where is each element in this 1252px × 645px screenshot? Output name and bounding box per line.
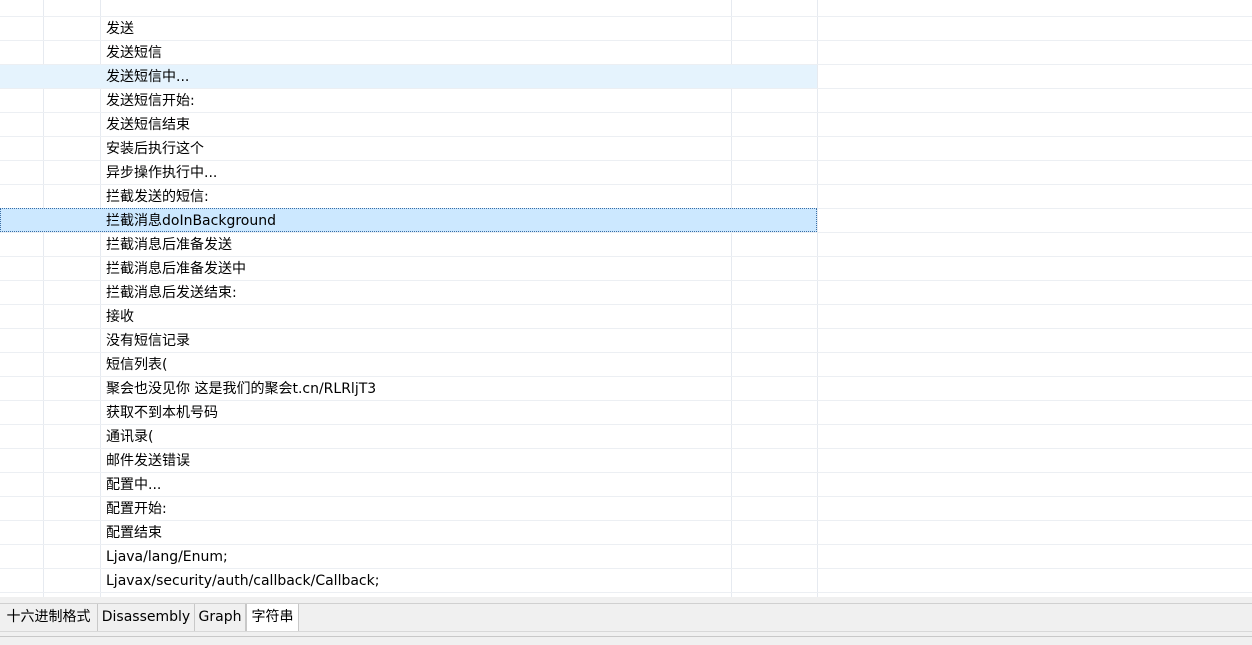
table-row[interactable]: Ljavax/security/auth/callback/Callback; bbox=[0, 569, 1252, 593]
table-row[interactable]: 接收 bbox=[0, 305, 1252, 329]
string-value: 通讯录( bbox=[106, 429, 154, 445]
table-row[interactable]: 聚会也没见你 这是我们的聚会t.cn/RLRljT3 bbox=[0, 377, 1252, 401]
table-row[interactable]: 配置开始: bbox=[0, 497, 1252, 521]
strings-table: 发送发送短信发送短信中... 发送短信开始: 发送短信结束 安装后执行这个 异步操作执行… bbox=[0, 0, 1252, 597]
string-value: 发送短信 bbox=[106, 45, 162, 61]
table-row[interactable]: 短信列表( bbox=[0, 353, 1252, 377]
table-row[interactable]: 发送短信 bbox=[0, 41, 1252, 65]
string-value: 短信列表( bbox=[106, 357, 168, 373]
string-value: 配置开始: bbox=[106, 501, 167, 517]
tab-strings[interactable]: 字符串 bbox=[246, 604, 299, 632]
string-value: 聚会也没见你 这是我们的聚会t.cn/RLRljT3 bbox=[106, 381, 377, 397]
tab-hex-view[interactable]: 十六进制格式 bbox=[0, 604, 98, 632]
string-value: 发送短信开始: bbox=[106, 93, 195, 109]
table-row[interactable]: 邮件发送错误 bbox=[0, 449, 1252, 473]
string-value: 拦截发送的短信: bbox=[106, 189, 209, 205]
string-value: 异步操作执行中... bbox=[106, 165, 218, 181]
string-value: Ljava/lang/Enum; bbox=[106, 549, 228, 565]
table-row[interactable]: 安装后执行这个 bbox=[0, 137, 1252, 161]
string-value: 拦截消息后准备发送 bbox=[106, 237, 232, 253]
string-value: 安装后执行这个 bbox=[106, 141, 204, 157]
status-bar bbox=[0, 631, 1252, 645]
table-row[interactable]: 拦截发送的短信: bbox=[0, 185, 1252, 209]
string-value: 发送短信结束 bbox=[106, 117, 190, 133]
table-row[interactable]: Ljava/lang/Enum; bbox=[0, 545, 1252, 569]
table-row[interactable]: 发送短信中... bbox=[0, 65, 1252, 89]
string-value: 获取不到本机号码 bbox=[106, 405, 218, 421]
string-value: 没有短信记录 bbox=[106, 333, 190, 349]
table-row[interactable]: 发送短信开始: bbox=[0, 89, 1252, 113]
tab-label: 字符串 bbox=[251, 609, 294, 625]
table-row[interactable]: 没有短信记录 bbox=[0, 329, 1252, 353]
string-value: 配置中... bbox=[106, 477, 162, 493]
string-value: 拦截消息后发送结束: bbox=[106, 285, 237, 301]
tab-disassembly[interactable]: Disassembly bbox=[98, 604, 195, 632]
table-row[interactable]: 通讯录( bbox=[0, 425, 1252, 449]
table-row[interactable]: 发送 bbox=[0, 17, 1252, 41]
string-value: 发送 bbox=[106, 21, 134, 37]
table-row[interactable]: 拦截消息后发送结束: bbox=[0, 281, 1252, 305]
string-value: 邮件发送错误 bbox=[106, 453, 190, 469]
view-tab-bar: 十六进制格式 Disassembly Graph 字符串 bbox=[0, 603, 1252, 632]
table-row[interactable]: 异步操作执行中... bbox=[0, 161, 1252, 185]
tab-label: Disassembly bbox=[101, 609, 191, 625]
table-row[interactable]: 获取不到本机号码 bbox=[0, 401, 1252, 425]
table-row[interactable]: 发送短信结束 bbox=[0, 113, 1252, 137]
table-row[interactable]: 拦截消息后准备发送 bbox=[0, 233, 1252, 257]
table-row[interactable]: 拦截消息doInBackground bbox=[0, 208, 1252, 233]
string-value: 发送短信中... bbox=[106, 69, 190, 85]
table-row[interactable]: 拦截消息后准备发送中 bbox=[0, 257, 1252, 281]
string-value: 接收 bbox=[106, 309, 134, 325]
tab-graph[interactable]: Graph bbox=[195, 604, 246, 632]
string-value: Ljavax/security/auth/callback/Callback; bbox=[106, 573, 380, 589]
string-value: 拦截消息doInBackground bbox=[106, 213, 276, 229]
string-value: 配置结束 bbox=[106, 525, 162, 541]
table-row[interactable]: 配置结束 bbox=[0, 521, 1252, 545]
table-row[interactable] bbox=[0, 0, 1252, 17]
table-row[interactable]: 配置中... bbox=[0, 473, 1252, 497]
tab-label: 十六进制格式 bbox=[6, 609, 91, 625]
string-value: 拦截消息后准备发送中 bbox=[106, 261, 246, 277]
tab-label: Graph bbox=[198, 609, 242, 625]
